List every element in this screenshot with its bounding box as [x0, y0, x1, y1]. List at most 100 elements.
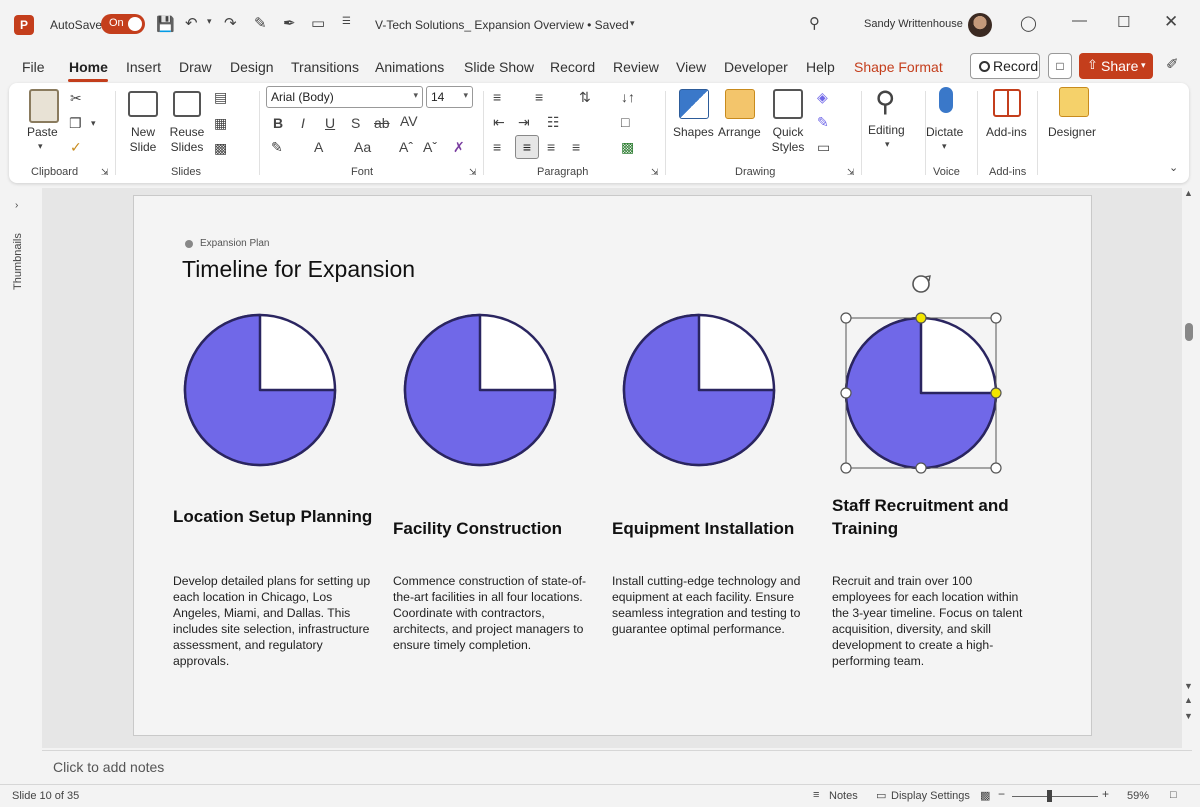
- justify-icon[interactable]: ≡: [572, 139, 580, 155]
- save-icon[interactable]: 💾: [156, 15, 175, 33]
- designer-label[interactable]: Designer: [1048, 125, 1096, 139]
- notes-pane[interactable]: Click to add notes: [42, 750, 1192, 782]
- smartart-icon[interactable]: ▩: [621, 139, 634, 156]
- avatar[interactable]: [968, 13, 992, 37]
- italic-icon[interactable]: I: [301, 115, 305, 131]
- reset-icon[interactable]: ▦: [214, 115, 227, 132]
- reuse-slides-label[interactable]: Reuse Slides: [167, 125, 207, 155]
- step-description[interactable]: Develop detailed plans for setting up ea…: [173, 573, 373, 669]
- quick-styles-icon[interactable]: [773, 89, 803, 119]
- record-button[interactable]: Record: [970, 53, 1040, 79]
- maximize-icon[interactable]: ☐: [1117, 13, 1130, 31]
- tab-help[interactable]: Help: [806, 59, 835, 75]
- step-description[interactable]: Install cutting-edge technology and equi…: [612, 573, 812, 637]
- font-name-select[interactable]: Arial (Body) ▾: [266, 86, 423, 108]
- slide[interactable]: Expansion Plan Timeline for Expansion Lo…: [133, 195, 1092, 736]
- zoom-level[interactable]: 59%: [1127, 790, 1149, 802]
- drawing-launcher-icon[interactable]: ⇲: [847, 167, 855, 178]
- scroll-down-icon[interactable]: ▼: [1184, 681, 1193, 691]
- shapes-icon[interactable]: [679, 89, 709, 119]
- step-description[interactable]: Recruit and train over 100 employees for…: [832, 573, 1032, 669]
- zoom-out-icon[interactable]: −: [998, 787, 1005, 801]
- share-button[interactable]: ⇧ Share ▾: [1079, 53, 1153, 79]
- font-launcher-icon[interactable]: ⇲: [469, 167, 477, 178]
- clear-formatting-icon[interactable]: ✗: [453, 139, 465, 156]
- highlight-color-icon[interactable]: ✎: [271, 139, 283, 156]
- adjust-handle[interactable]: [915, 312, 927, 324]
- user-name[interactable]: Sandy Writtenhouse: [864, 18, 963, 30]
- new-slide-icon[interactable]: [128, 91, 158, 117]
- step-title[interactable]: Equipment Installation: [612, 517, 822, 540]
- clipboard-launcher-icon[interactable]: ⇲: [101, 167, 109, 178]
- display-settings-icon[interactable]: ▭: [876, 789, 886, 802]
- font-size-select[interactable]: 14 ▾: [426, 86, 473, 108]
- decrease-font-icon[interactable]: Aˇ: [423, 139, 437, 155]
- lightbulb-icon[interactable]: ◯: [1020, 14, 1037, 32]
- step-title[interactable]: Staff Recruitment and Training: [832, 494, 1042, 540]
- expand-thumbnails-icon[interactable]: ›: [15, 200, 18, 211]
- numbering-icon[interactable]: ≡: [535, 89, 543, 105]
- tab-animations[interactable]: Animations: [375, 59, 444, 75]
- arrange-icon[interactable]: [725, 89, 755, 119]
- section-icon[interactable]: ▩: [214, 140, 227, 157]
- strikethrough-icon[interactable]: ab: [374, 115, 390, 131]
- magnifier-icon[interactable]: ⚲: [875, 85, 896, 118]
- microphone-icon[interactable]: [939, 87, 953, 113]
- underline-icon[interactable]: U: [325, 115, 335, 131]
- shape-effects-icon[interactable]: ▭: [817, 139, 830, 156]
- tab-slide-show[interactable]: Slide Show: [464, 59, 534, 75]
- font-color-icon[interactable]: A: [314, 139, 323, 155]
- change-case-icon[interactable]: Aa: [354, 139, 371, 155]
- tab-view[interactable]: View: [676, 59, 706, 75]
- zoom-in-icon[interactable]: +: [1102, 787, 1109, 801]
- decrease-indent-icon[interactable]: ⇤: [493, 114, 505, 131]
- present-icon[interactable]: ▭: [311, 14, 325, 32]
- notes-toggle[interactable]: Notes: [829, 790, 858, 802]
- columns-icon[interactable]: ☷: [547, 114, 560, 131]
- dictate-dropdown-icon[interactable]: ▾: [942, 141, 947, 152]
- previous-slide-icon[interactable]: ▲: [1184, 695, 1193, 705]
- scroll-up-icon[interactable]: ▲: [1184, 188, 1193, 198]
- paste-dropdown-icon[interactable]: ▾: [38, 141, 43, 152]
- new-slide-label[interactable]: New Slide: [122, 125, 164, 155]
- undo-dropdown-icon[interactable]: ▾: [207, 16, 212, 27]
- add-ins-icon[interactable]: [993, 89, 1021, 117]
- resize-handle[interactable]: [840, 462, 852, 474]
- quick-styles-label[interactable]: Quick Styles: [766, 125, 810, 155]
- copy-icon[interactable]: ❐: [69, 115, 82, 132]
- tab-insert[interactable]: Insert: [126, 59, 161, 75]
- thumbnails-label[interactable]: Thumbnails: [12, 233, 24, 290]
- shape-fill-icon[interactable]: ◈: [817, 89, 828, 106]
- bullets-icon[interactable]: ≡: [493, 89, 501, 105]
- increase-indent-icon[interactable]: ⇥: [518, 114, 530, 131]
- increase-font-icon[interactable]: Aˆ: [399, 139, 413, 155]
- cut-icon[interactable]: ✂: [70, 90, 82, 107]
- copy-dropdown-icon[interactable]: ▾: [91, 118, 96, 129]
- editing-dropdown-icon[interactable]: ▾: [885, 139, 890, 150]
- search-icon[interactable]: ⚲: [809, 14, 820, 32]
- fit-slide-icon[interactable]: □: [1170, 789, 1177, 801]
- paragraph-launcher-icon[interactable]: ⇲: [651, 167, 659, 178]
- notes-placeholder[interactable]: Click to add notes: [53, 759, 164, 775]
- tab-record[interactable]: Record: [550, 59, 595, 75]
- highlighter-icon[interactable]: ✒: [283, 14, 296, 32]
- resize-handle[interactable]: [990, 312, 1002, 324]
- arrange-label[interactable]: Arrange: [718, 125, 761, 139]
- paste-icon[interactable]: [29, 89, 59, 123]
- dictate-label[interactable]: Dictate: [926, 125, 963, 139]
- tab-file[interactable]: File: [22, 59, 45, 75]
- zoom-thumb[interactable]: [1047, 790, 1052, 802]
- align-center-icon[interactable]: ≡: [515, 135, 539, 159]
- editing-label[interactable]: Editing: [868, 123, 905, 137]
- next-slide-icon[interactable]: ▼: [1184, 711, 1193, 721]
- comments-icon[interactable]: □: [1048, 53, 1072, 79]
- tab-home[interactable]: Home: [69, 59, 108, 75]
- pen-icon[interactable]: ✎: [254, 14, 267, 32]
- align-left-icon[interactable]: ≡: [493, 139, 501, 155]
- collapse-ribbon-icon[interactable]: ⌄: [1169, 161, 1178, 174]
- tab-design[interactable]: Design: [230, 59, 274, 75]
- tab-transitions[interactable]: Transitions: [291, 59, 359, 75]
- tab-draw[interactable]: Draw: [179, 59, 212, 75]
- minimize-icon[interactable]: —: [1072, 12, 1087, 29]
- document-title[interactable]: V-Tech Solutions_ Expansion Overview • S…: [375, 18, 629, 32]
